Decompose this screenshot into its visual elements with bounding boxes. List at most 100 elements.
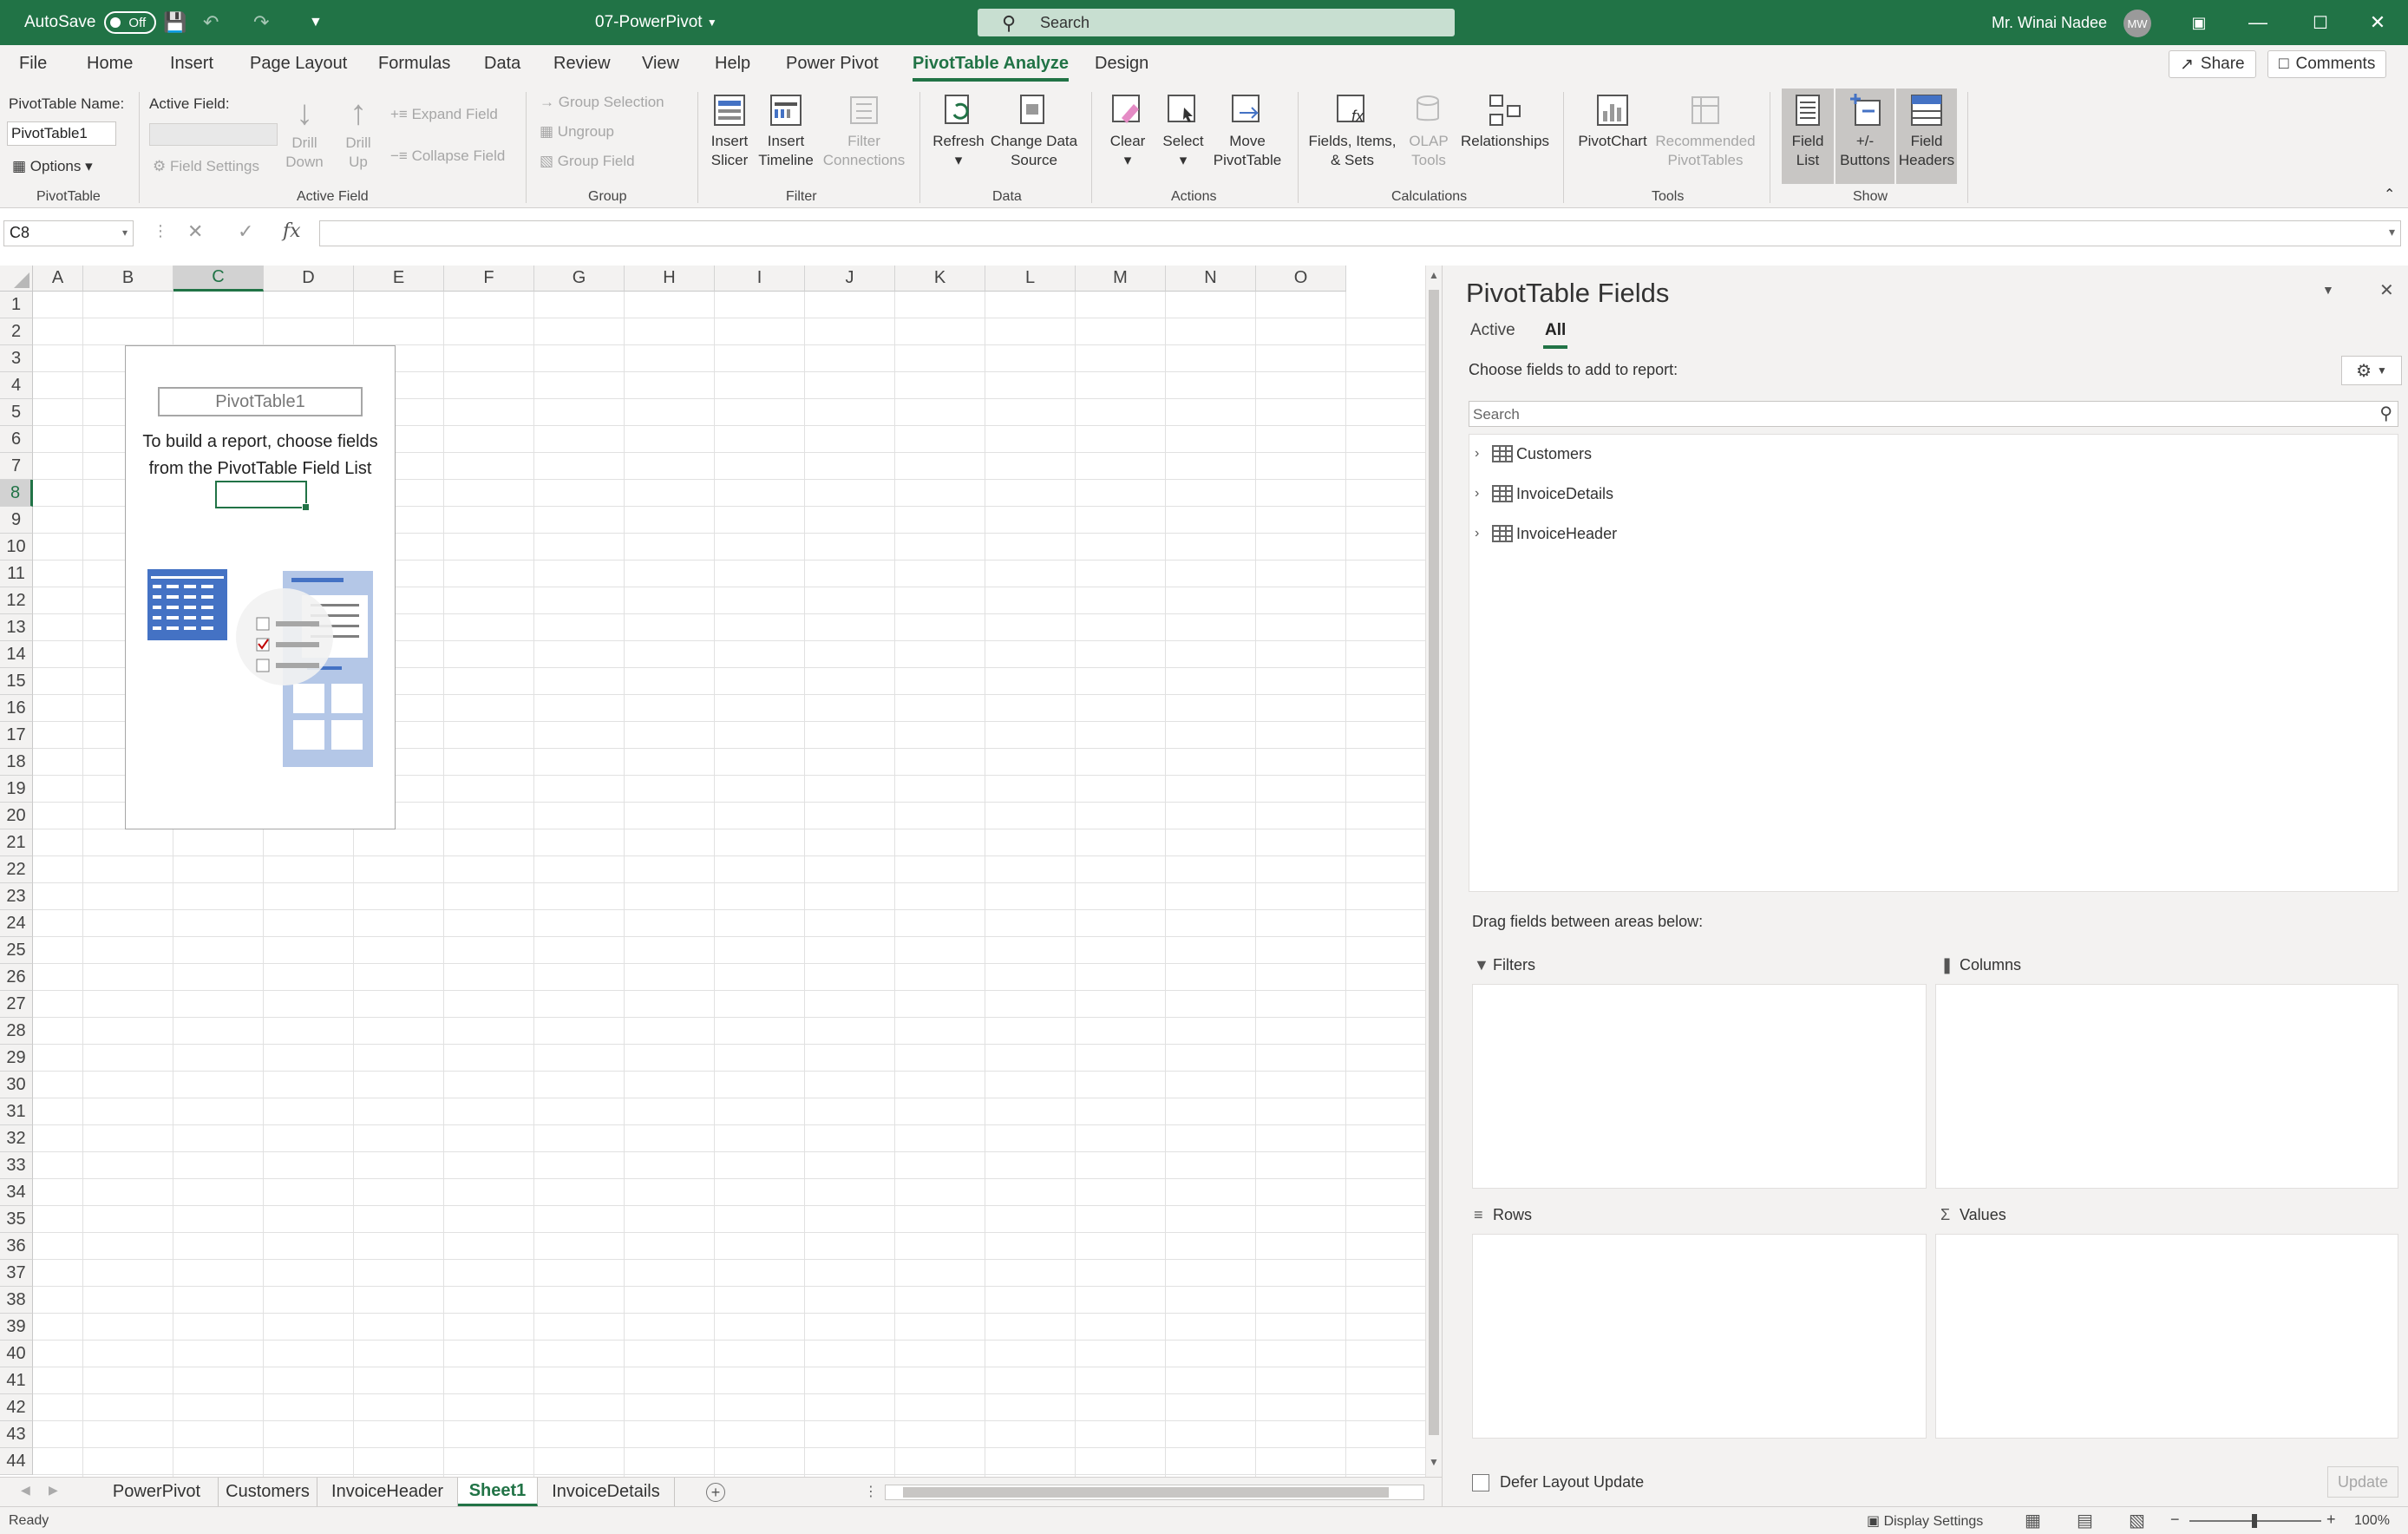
row-header[interactable]: 43 [0, 1421, 33, 1448]
row-header[interactable]: 16 [0, 695, 33, 722]
row-header[interactable]: 21 [0, 829, 33, 856]
expand-field-button[interactable]: +≡ Expand Field [390, 106, 498, 123]
row-header[interactable]: 12 [0, 587, 33, 614]
row-header[interactable]: 7 [0, 453, 33, 480]
row-header[interactable]: 25 [0, 937, 33, 964]
column-header[interactable]: E [354, 266, 444, 292]
change-data-source-button[interactable]: Change Data Source [989, 92, 1079, 170]
row-header[interactable]: 24 [0, 910, 33, 937]
column-header[interactable]: C [173, 266, 264, 292]
customize-qat-icon[interactable]: ▼ [309, 0, 323, 45]
tab-page-layout[interactable]: Page Layout [250, 54, 347, 74]
file-name[interactable]: 07-PowerPivot ▼ [595, 0, 717, 45]
tab-all[interactable]: All [1542, 321, 1568, 349]
collapse-ribbon-icon[interactable]: ⌃ [2384, 186, 2395, 203]
formula-input[interactable]: ▾ [319, 220, 2401, 246]
row-header[interactable]: 15 [0, 668, 33, 695]
refresh-button[interactable]: Refresh ▾ [928, 92, 989, 170]
active-cell[interactable] [215, 481, 310, 511]
tab-active[interactable]: Active [1470, 321, 1515, 340]
tab-pivottable-analyze[interactable]: PivotTable Analyze [913, 54, 1070, 82]
zoom-level[interactable]: 100% [2354, 1513, 2390, 1529]
page-break-view-icon[interactable]: ▧ [2129, 1510, 2145, 1531]
rows-drop-area[interactable] [1472, 1234, 1927, 1439]
sheet-tab-sheet1[interactable]: Sheet1 [458, 1478, 538, 1506]
olap-tools-button[interactable]: OLAP Tools [1398, 92, 1459, 170]
column-header[interactable]: O [1256, 266, 1346, 292]
row-header[interactable]: 8 [0, 480, 33, 507]
row-header[interactable]: 23 [0, 883, 33, 910]
ungroup-button[interactable]: ▦ Ungroup [540, 123, 614, 141]
insert-timeline-button[interactable]: Insert Timeline [756, 92, 815, 170]
row-header[interactable]: 18 [0, 749, 33, 776]
column-header[interactable]: B [83, 266, 173, 292]
field-headers-button[interactable]: Field Headers [1896, 88, 1957, 184]
clear-button[interactable]: Clear ▾ [1103, 92, 1152, 170]
row-header[interactable]: 29 [0, 1045, 33, 1072]
row-header[interactable]: 39 [0, 1314, 33, 1341]
tab-data[interactable]: Data [484, 54, 520, 74]
column-header[interactable]: J [805, 266, 895, 292]
sheet-tab-invoiceheader[interactable]: InvoiceHeader [317, 1478, 458, 1506]
row-header[interactable]: 19 [0, 776, 33, 803]
row-header[interactable]: 41 [0, 1367, 33, 1394]
expand-chevron-icon[interactable]: › [1475, 526, 1489, 541]
tab-file[interactable]: File [19, 54, 47, 74]
close-pane-icon[interactable]: ✕ [2379, 279, 2394, 301]
scroll-up-icon[interactable]: ▲ [1429, 269, 1439, 281]
autosave[interactable]: AutoSave Off [24, 0, 157, 45]
recommended-pivottables-button[interactable]: Recommended PivotTables [1653, 92, 1757, 170]
column-header[interactable]: G [534, 266, 625, 292]
row-header[interactable]: 33 [0, 1152, 33, 1179]
select-all-corner[interactable] [0, 266, 33, 292]
row-header[interactable]: 2 [0, 318, 33, 345]
pivottable-name-input[interactable]: PivotTable1 [7, 121, 116, 146]
expand-chevron-icon[interactable]: › [1475, 486, 1489, 502]
table-item-invoicedetails[interactable]: › InvoiceDetails [1475, 482, 1613, 506]
tab-home[interactable]: Home [87, 54, 133, 74]
tab-view[interactable]: View [642, 54, 679, 74]
row-header[interactable]: 35 [0, 1206, 33, 1233]
cancel-icon[interactable]: ✕ [187, 220, 203, 243]
row-header[interactable]: 31 [0, 1098, 33, 1125]
row-header[interactable]: 44 [0, 1448, 33, 1475]
search-box[interactable]: ⚲ Search [978, 9, 1455, 36]
column-header[interactable]: M [1076, 266, 1166, 292]
name-box[interactable]: C8 ▾ [3, 220, 134, 246]
column-header[interactable]: N [1166, 266, 1256, 292]
row-header[interactable]: 42 [0, 1394, 33, 1421]
drill-down-button[interactable]: ↓ Drill Down [285, 92, 324, 172]
move-pivottable-button[interactable]: Move PivotTable [1209, 92, 1286, 170]
row-header[interactable]: 27 [0, 991, 33, 1018]
scroll-down-icon[interactable]: ▼ [1429, 1456, 1439, 1468]
tab-split-icon[interactable]: ⋮ [864, 1483, 878, 1500]
tab-formulas[interactable]: Formulas [378, 54, 450, 74]
column-header[interactable]: A [33, 266, 83, 292]
field-list-button[interactable]: Field List [1782, 88, 1834, 184]
row-header[interactable]: 34 [0, 1179, 33, 1206]
insert-slicer-button[interactable]: Insert Slicer [704, 92, 755, 170]
pane-options-icon[interactable]: ▼ [2322, 283, 2334, 297]
redo-icon[interactable]: ↷ [253, 0, 269, 45]
table-item-invoiceheader[interactable]: › InvoiceHeader [1475, 521, 1617, 546]
horizontal-scrollbar[interactable] [885, 1485, 1424, 1500]
filter-connections-button[interactable]: Filter Connections [819, 92, 909, 170]
next-sheet-icon[interactable]: ▶ [49, 1483, 58, 1498]
row-header[interactable]: 28 [0, 1018, 33, 1045]
expand-chevron-icon[interactable]: › [1475, 446, 1489, 462]
row-header[interactable]: 14 [0, 641, 33, 668]
column-header[interactable]: K [895, 266, 985, 292]
close-icon[interactable]: ✕ [2347, 0, 2408, 45]
row-header[interactable]: 9 [0, 507, 33, 534]
zoom-in-icon[interactable]: + [2326, 1511, 2336, 1529]
relationships-button[interactable]: Relationships [1457, 92, 1553, 151]
horizontal-scroll-thumb[interactable] [903, 1487, 1389, 1498]
collapse-field-button[interactable]: −≡ Collapse Field [390, 148, 505, 165]
options-button[interactable]: ▦ Options ▾ [12, 158, 93, 175]
row-header[interactable]: 26 [0, 964, 33, 991]
vertical-scrollbar[interactable]: ▲ ▼ [1425, 266, 1442, 1477]
row-header[interactable]: 6 [0, 426, 33, 453]
zoom-out-icon[interactable]: − [2170, 1511, 2180, 1529]
undo-icon[interactable]: ↶ [203, 0, 219, 45]
select-button[interactable]: Select ▾ [1159, 92, 1207, 170]
